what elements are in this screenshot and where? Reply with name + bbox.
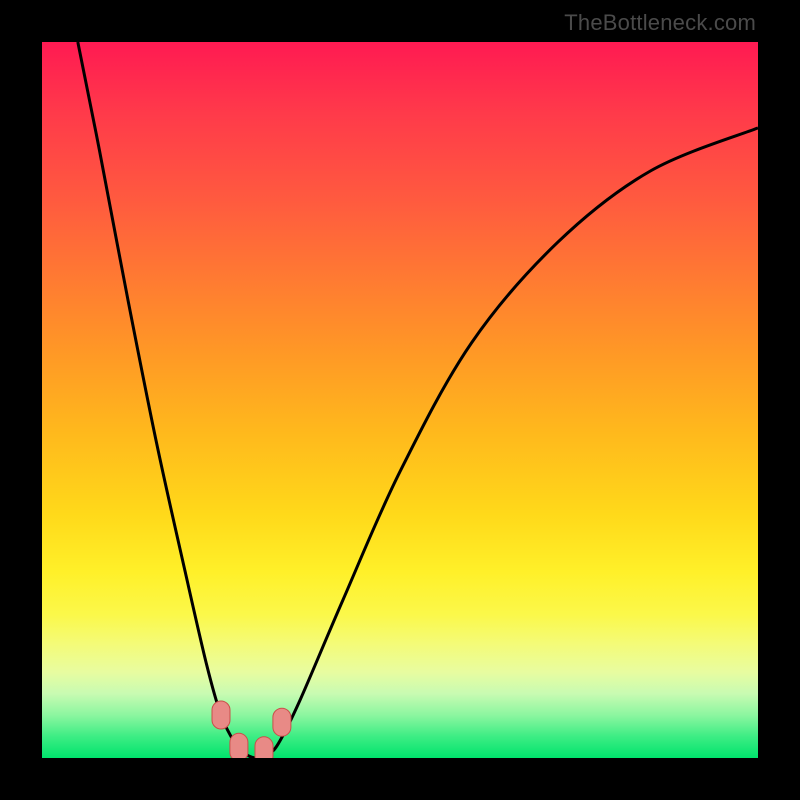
marker-bottom-right (255, 737, 273, 758)
marker-left (212, 701, 230, 729)
chart-overlay (42, 42, 758, 758)
plot-area (42, 42, 758, 758)
bottleneck-curve (78, 42, 758, 758)
chart-frame: TheBottleneck.com (0, 0, 800, 800)
attribution-text: TheBottleneck.com (564, 10, 756, 36)
marker-bottom-left (230, 733, 248, 758)
marker-right (273, 708, 291, 736)
